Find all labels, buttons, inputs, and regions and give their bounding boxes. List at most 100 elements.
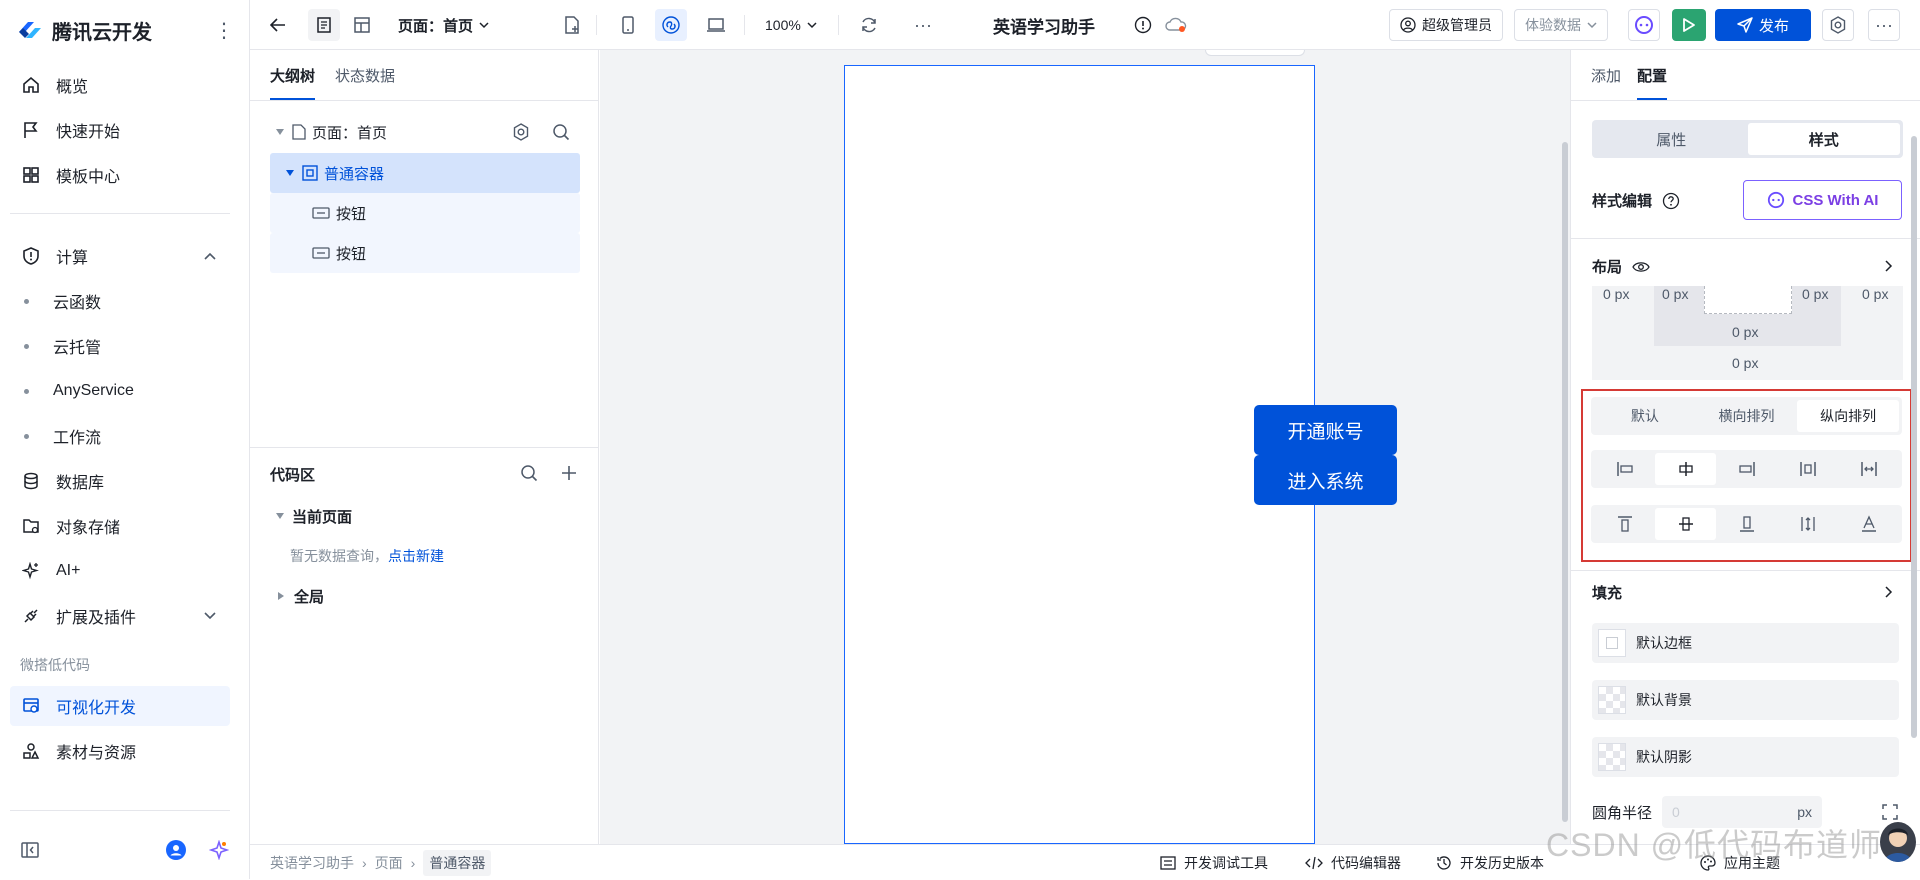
css-with-ai-button[interactable]: CSS With AI <box>1743 180 1902 220</box>
code-editor-button[interactable]: 代码编辑器 <box>1305 845 1401 880</box>
chevron-right-icon[interactable] <box>1885 586 1893 598</box>
tab-config[interactable]: 配置 <box>1637 50 1668 100</box>
collapse-sidebar-icon[interactable] <box>18 838 42 862</box>
tab-outline-tree[interactable]: 大纲树 <box>270 50 316 100</box>
desktop-preview-icon[interactable] <box>700 9 732 41</box>
miniprogram-preview-icon[interactable] <box>655 9 687 41</box>
nav-item-overview[interactable]: 概览 <box>10 65 230 105</box>
ai-copilot-icon[interactable] <box>1628 9 1660 41</box>
tree-node-container[interactable]: 普通容器 <box>270 153 580 193</box>
canvas-scrollbar[interactable] <box>1562 142 1568 822</box>
page-settings-icon[interactable] <box>512 123 530 141</box>
help-icon[interactable] <box>1662 192 1680 210</box>
caret-right-icon[interactable] <box>278 592 284 600</box>
chevron-down-icon[interactable] <box>204 612 216 620</box>
more-options-icon[interactable]: ··· <box>908 9 938 41</box>
design-canvas[interactable]: 开通账号 进入系统 <box>600 50 1570 844</box>
tree-node-button[interactable]: 按钮 <box>270 233 580 273</box>
padding-right-value[interactable]: 0 px <box>1802 286 1828 302</box>
more-menu-icon[interactable]: ⋮ <box>214 16 234 44</box>
layout-view-icon[interactable] <box>346 9 378 41</box>
margin-left-value[interactable]: 0 px <box>1603 286 1629 302</box>
padding-bottom-value[interactable]: 0 px <box>1732 324 1758 340</box>
code-group-current-page[interactable]: 当前页面 <box>270 496 580 536</box>
ai-assistant-icon[interactable] <box>207 838 231 862</box>
search-icon[interactable] <box>552 123 570 141</box>
margin-right-value[interactable]: 0 px <box>1862 286 1888 302</box>
tab-state-data[interactable]: 状态数据 <box>335 50 395 100</box>
nav-item-cloud-hosting[interactable]: 云托管 <box>10 326 230 366</box>
fill-background-row[interactable]: 默认背景 <box>1592 680 1899 720</box>
history-button[interactable]: 开发历史版本 <box>1436 845 1544 880</box>
nav-item-cloud-functions[interactable]: 云函数 <box>10 281 230 321</box>
nav-item-anyservice[interactable]: AnyService <box>10 371 230 411</box>
nav-item-compute[interactable]: 计算 <box>10 236 230 276</box>
align-middle-icon[interactable] <box>1655 508 1716 540</box>
nav-item-visual-dev[interactable]: 可视化开发 <box>10 686 230 726</box>
segment-properties[interactable]: 属性 <box>1595 123 1748 155</box>
nav-item-extensions[interactable]: 扩展及插件 <box>10 596 230 636</box>
zoom-select[interactable]: 100% <box>765 0 817 50</box>
caret-down-icon[interactable] <box>276 129 284 135</box>
more-options-icon[interactable]: ··· <box>1868 9 1900 41</box>
add-icon[interactable] <box>561 465 577 481</box>
breadcrumb-item[interactable]: 英语学习助手 <box>270 853 354 873</box>
nav-item-workflow[interactable]: 工作流 <box>10 416 230 456</box>
align-right-icon[interactable] <box>1716 453 1777 485</box>
breadcrumb-item-current[interactable]: 普通容器 <box>423 849 492 876</box>
info-icon[interactable] <box>1130 9 1156 41</box>
eye-icon[interactable] <box>1632 261 1650 273</box>
data-mode-select[interactable]: 体验数据 <box>1514 9 1608 41</box>
search-icon[interactable] <box>520 464 538 482</box>
canvas-button-open-account[interactable]: 开通账号 <box>1254 405 1397 455</box>
chevron-right-icon[interactable] <box>1885 260 1893 272</box>
publish-button[interactable]: 发布 <box>1715 9 1811 41</box>
debug-tools-button[interactable]: 开发调试工具 <box>1160 845 1268 880</box>
nav-item-quickstart[interactable]: 快速开始 <box>10 110 230 150</box>
nav-item-database[interactable]: 数据库 <box>10 461 230 501</box>
fill-shadow-row[interactable]: 默认阴影 <box>1592 737 1899 777</box>
align-top-icon[interactable] <box>1594 508 1655 540</box>
page-select[interactable]: 页面：首页 <box>398 0 489 50</box>
padding-left-value[interactable]: 0 px <box>1662 286 1688 302</box>
space-around-icon[interactable] <box>1777 453 1838 485</box>
cloud-sync-icon[interactable] <box>1163 9 1189 41</box>
nav-item-assets[interactable]: 素材与资源 <box>10 731 230 771</box>
mobile-preview-icon[interactable] <box>612 9 644 41</box>
add-page-icon[interactable] <box>558 9 586 41</box>
caret-down-icon[interactable] <box>276 513 284 519</box>
refresh-icon[interactable] <box>854 9 884 41</box>
align-left-icon[interactable] <box>1594 453 1655 485</box>
nav-item-storage[interactable]: 对象存储 <box>10 506 230 546</box>
segment-style[interactable]: 样式 <box>1747 123 1900 155</box>
code-group-global[interactable]: 全局 <box>270 576 580 616</box>
align-baseline-icon[interactable] <box>1838 508 1899 540</box>
brand[interactable]: 腾讯云开发 <box>16 14 152 46</box>
nav-item-ai[interactable]: AI+ <box>10 551 230 591</box>
fill-border-row[interactable]: 默认边框 <box>1592 623 1899 663</box>
tree-node-button[interactable]: 按钮 <box>270 193 580 233</box>
canvas-button-enter-system[interactable]: 进入系统 <box>1254 455 1397 505</box>
config-scrollbar[interactable] <box>1911 136 1917 738</box>
run-preview-button[interactable] <box>1672 9 1706 41</box>
back-arrow-icon[interactable] <box>264 9 292 41</box>
align-bottom-icon[interactable] <box>1716 508 1777 540</box>
user-avatar-icon[interactable] <box>164 838 188 862</box>
page-view-icon[interactable] <box>308 9 340 41</box>
margin-bottom-value[interactable]: 0 px <box>1732 355 1758 371</box>
expand-corners-icon[interactable] <box>1882 804 1898 820</box>
settings-icon[interactable] <box>1822 9 1854 41</box>
vertical-space-icon[interactable] <box>1777 508 1838 540</box>
caret-down-icon[interactable] <box>286 170 294 176</box>
device-frame[interactable]: 开通账号 进入系统 <box>844 65 1397 844</box>
direction-vertical[interactable]: 纵向排列 <box>1797 400 1900 432</box>
chevron-up-icon[interactable] <box>204 252 216 260</box>
tab-add[interactable]: 添加 <box>1591 50 1621 100</box>
direction-default[interactable]: 默认 <box>1594 400 1696 432</box>
direction-horizontal[interactable]: 横向排列 <box>1696 400 1798 432</box>
user-role-button[interactable]: 超级管理员 <box>1389 9 1503 41</box>
align-center-icon[interactable] <box>1655 453 1716 485</box>
create-query-link[interactable]: 点击新建 <box>388 546 444 566</box>
breadcrumb-item[interactable]: 页面 <box>375 853 403 873</box>
floating-avatar[interactable] <box>1880 822 1916 862</box>
